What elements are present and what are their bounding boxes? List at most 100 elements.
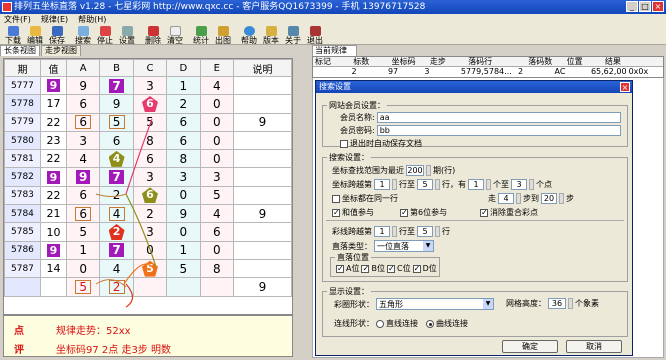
table-row[interactable]: 5782 9 9 7 3 3 3	[4, 167, 292, 187]
note-label-comment: 评	[14, 345, 24, 356]
about-button[interactable]: 关于	[282, 25, 304, 45]
note-cell	[233, 94, 292, 114]
dedupe-checkbox[interactable]: ✓	[480, 208, 488, 217]
version-icon	[265, 26, 277, 36]
table-row[interactable]: 5787 14 0 4 5 5 8	[4, 258, 292, 279]
range-spinner[interactable]	[426, 165, 431, 176]
table-row[interactable]: 5783 22 6 2 6 0 5	[4, 185, 292, 206]
count-from-input[interactable]: 1	[468, 179, 484, 190]
tab-strip-view[interactable]: 长条视图	[0, 45, 40, 56]
exit-button[interactable]: 退出	[304, 25, 326, 45]
download-button[interactable]: 下载	[2, 25, 24, 45]
rule-note-panel: 点 规律走势：52xx 评 坐标码97 2点 走3步 明数	[3, 315, 293, 357]
stop-button[interactable]: 停止	[94, 25, 116, 45]
table-row[interactable]: 5785 10 5 2 3 0 6	[4, 222, 292, 242]
version-button[interactable]: 版本	[260, 25, 282, 45]
search-button[interactable]: 搜索	[72, 25, 94, 45]
chart-button[interactable]: 出图	[212, 25, 234, 45]
value-cell: 10	[40, 222, 67, 242]
boxed-digit: 2	[108, 279, 125, 294]
help-button[interactable]: 帮助	[238, 25, 260, 45]
shape-select[interactable]: 五角形 ▼	[376, 298, 494, 310]
cancel-button[interactable]: 取消	[566, 340, 622, 353]
walk-from-spinner[interactable]	[516, 193, 521, 204]
digit-cell	[199, 277, 235, 297]
table-row[interactable]: 5 2 9	[4, 277, 292, 297]
line-straight-radio[interactable]	[376, 319, 384, 328]
boxed-digit: 6	[75, 115, 92, 130]
row-from-spinner[interactable]	[392, 179, 397, 190]
same-row-checkbox[interactable]	[332, 194, 340, 203]
menu-file[interactable]: 文件(F)	[4, 14, 31, 25]
ok-button[interactable]: 确定	[502, 340, 558, 353]
count-from-spinner[interactable]	[486, 179, 491, 190]
drop-type-select[interactable]: 一位直落 ▼	[374, 240, 434, 252]
table-row[interactable]: 5781 22 4 4 6 8 0	[4, 149, 292, 169]
grid-height-spinner[interactable]	[568, 298, 573, 309]
sum-checkbox[interactable]: ✓	[332, 208, 340, 217]
walk-from-input[interactable]: 4	[498, 193, 514, 204]
dialog-close-button[interactable]: ×	[620, 82, 630, 92]
minimize-button[interactable]: _	[626, 1, 638, 12]
digit-cell: 0	[166, 222, 201, 242]
delete-button[interactable]: 删除	[142, 25, 164, 45]
row-to-input[interactable]: 5	[417, 179, 433, 190]
clear-button[interactable]: 清空	[164, 25, 186, 45]
col-header: D	[166, 59, 201, 77]
value-cell: 9	[40, 167, 67, 187]
count-to-input[interactable]: 3	[511, 179, 527, 190]
col-header: 坐标码	[391, 57, 416, 66]
tab-step-view[interactable]: 走步视图	[41, 45, 81, 56]
menu-rule[interactable]: 规律(E)	[41, 14, 68, 25]
col-header: 标数	[353, 57, 370, 66]
digit-cell: 3	[132, 167, 168, 187]
tab-current-rule[interactable]: 当前规律	[312, 45, 357, 56]
save-button[interactable]: 保存	[46, 25, 68, 45]
maximize-button[interactable]: □	[639, 1, 651, 12]
color-to-spinner[interactable]	[435, 226, 440, 237]
walk-to-input[interactable]: 20	[541, 193, 557, 204]
line-curve-radio[interactable]	[426, 319, 434, 328]
table-row[interactable]: 5777 9 9 7 3 1 4	[4, 75, 292, 96]
table-row[interactable]: 5779 22 6 5 5 6 0 9	[4, 112, 292, 132]
member-password-input[interactable]: bb	[376, 125, 621, 136]
value-cell: 9	[40, 240, 67, 260]
digit-cell: 5	[132, 258, 168, 279]
stats-icon	[195, 26, 207, 36]
table-row[interactable]: 2 97 3 5779,5784... 2 AC 65,62,00 0x0x	[313, 67, 663, 77]
count-to-spinner[interactable]	[529, 179, 534, 190]
stats-button[interactable]: 统计	[190, 25, 212, 45]
table-row[interactable]: 5784 21 6 4 2 9 4 9	[4, 204, 292, 224]
note-cell	[233, 185, 292, 206]
color-to-input[interactable]: 5	[417, 226, 433, 237]
color-from-spinner[interactable]	[392, 226, 397, 237]
menu-bar: 文件(F) 规律(E) 帮助(H)	[0, 14, 666, 25]
pos-a-checkbox[interactable]: ✓	[336, 264, 344, 273]
row-from-input[interactable]: 1	[374, 179, 390, 190]
walk-to-spinner[interactable]	[559, 193, 564, 204]
table-row[interactable]: 5786 9 1 7 0 1 0	[4, 240, 292, 260]
pentagon-marker: 6	[141, 95, 158, 112]
note-cell: 9	[233, 277, 292, 297]
settings-button[interactable]: 设置	[116, 25, 138, 45]
window-title: 排列五坐标直落 v1.28 - 七星彩网 http://www.qxc.cc -…	[14, 2, 426, 12]
pos-d-checkbox[interactable]: ✓	[412, 264, 421, 273]
left-tabs: 长条视图 走步视图	[0, 45, 310, 56]
edit-button[interactable]: 编辑	[24, 25, 46, 45]
member-name-input[interactable]: aa	[376, 112, 621, 123]
title-bar: 排列五坐标直落 v1.28 - 七星彩网 http://www.qxc.cc -…	[0, 0, 666, 14]
row-to-spinner[interactable]	[435, 179, 440, 190]
sixth-checkbox[interactable]: ✓	[400, 208, 408, 217]
pos-c-checkbox[interactable]: ✓	[386, 264, 395, 273]
color-from-input[interactable]: 1	[374, 226, 390, 237]
menu-help[interactable]: 帮助(H)	[78, 14, 106, 25]
pos-b-checkbox[interactable]: ✓	[361, 264, 370, 273]
close-button[interactable]: ×	[652, 1, 664, 12]
digit-cell: 3	[199, 167, 235, 187]
period-cell: 5782	[4, 167, 41, 187]
grid-height-input[interactable]: 36	[548, 298, 566, 309]
table-row[interactable]: 5778 17 6 9 6 2 0	[4, 94, 292, 114]
range-input[interactable]: 200	[406, 165, 424, 176]
table-row[interactable]: 5780 23 3 6 8 6 0	[4, 130, 292, 151]
autosave-checkbox[interactable]	[340, 139, 348, 148]
